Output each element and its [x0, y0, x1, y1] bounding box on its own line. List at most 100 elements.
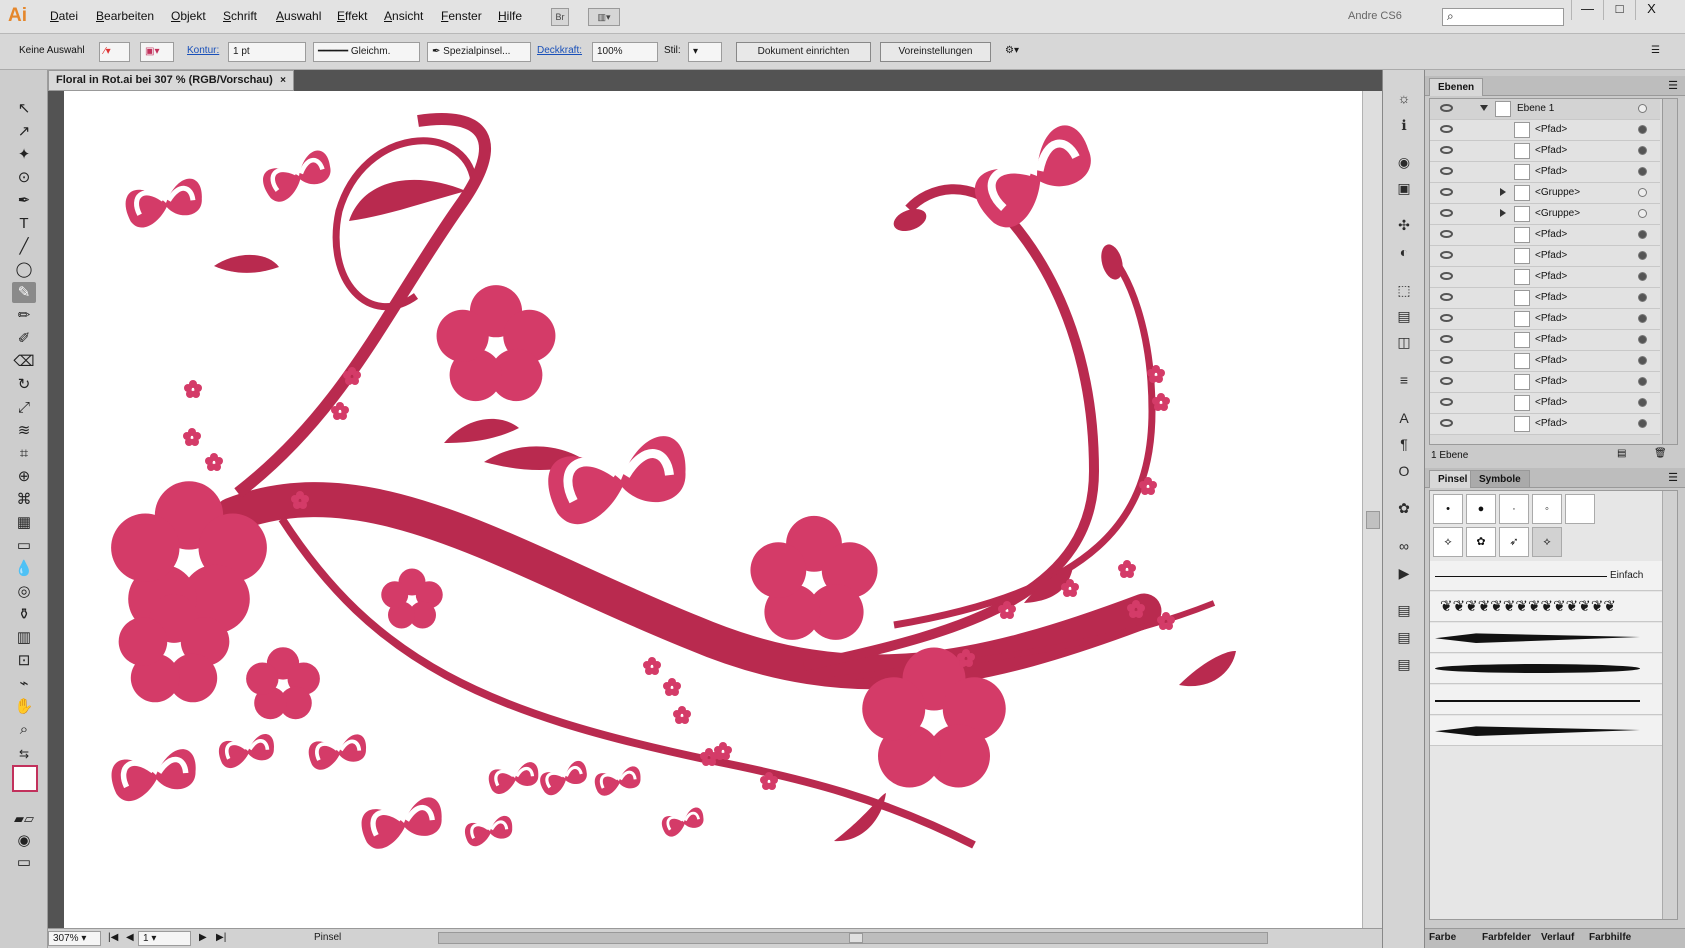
- align-icon[interactable]: ▤: [1394, 306, 1414, 326]
- line-segment-tool-icon[interactable]: ╱: [12, 236, 36, 257]
- menu-hilfe[interactable]: Hilfe: [498, 9, 522, 23]
- width-tool-icon[interactable]: ≋: [12, 420, 36, 441]
- brushes-icon[interactable]: ✣: [1394, 215, 1414, 235]
- fill-swatch[interactable]: ⁄▾: [99, 42, 130, 62]
- arrow-brush-row-2[interactable]: [1430, 716, 1664, 746]
- brush-dot-large[interactable]: ●: [1466, 494, 1496, 524]
- pencil-tool-icon[interactable]: ✏: [12, 305, 36, 326]
- target-icon[interactable]: [1638, 314, 1647, 323]
- rotate-tool-icon[interactable]: ↻: [12, 374, 36, 395]
- target-icon[interactable]: [1638, 188, 1647, 197]
- menu-bearbeiten[interactable]: Bearbeiten: [96, 9, 154, 23]
- document-info-icon[interactable]: ▤: [1394, 600, 1414, 620]
- target-icon[interactable]: [1638, 104, 1647, 113]
- visibility-eye-icon[interactable]: [1440, 293, 1453, 301]
- swap-fill-stroke-icon[interactable]: ⇆: [12, 744, 36, 765]
- stroke-swatch[interactable]: ▣▾: [140, 42, 174, 62]
- maximize-button[interactable]: □: [1603, 0, 1635, 20]
- visibility-eye-icon[interactable]: [1440, 356, 1453, 364]
- column-graph-icon[interactable]: ▥: [12, 627, 36, 648]
- color-guide-icon[interactable]: ☼: [1394, 88, 1414, 108]
- document-info-2-icon[interactable]: ▤: [1394, 627, 1414, 647]
- transparency-icon[interactable]: ◐: [1394, 242, 1414, 262]
- color-tab[interactable]: Farbe: [1429, 932, 1456, 943]
- layer-row[interactable]: <Pfad>: [1430, 267, 1660, 288]
- page-field[interactable]: 1 ▾: [138, 931, 191, 946]
- thin-brush-row[interactable]: [1430, 685, 1664, 715]
- eyedropper-icon[interactable]: 💧: [12, 558, 36, 579]
- expand-arrow-icon[interactable]: [1480, 105, 1488, 111]
- brush-dot-tiny[interactable]: ·: [1499, 494, 1529, 524]
- zoom-field[interactable]: 307% ▾: [48, 931, 101, 946]
- opacity-field[interactable]: 100%: [592, 42, 658, 62]
- first-page-icon[interactable]: |◀: [108, 932, 118, 943]
- direct-selection-tool-icon[interactable]: ↗: [12, 121, 36, 142]
- last-page-icon[interactable]: ▶|: [216, 932, 226, 943]
- layer-row[interactable]: <Pfad>: [1430, 330, 1660, 351]
- variable-width-profile[interactable]: ━━━━━ Gleichm.: [313, 42, 420, 62]
- zoom-tool-icon[interactable]: ⌕: [12, 719, 36, 740]
- blob-brush-icon[interactable]: ✐: [12, 328, 36, 349]
- symbol-sprayer-icon[interactable]: ⚱: [12, 604, 36, 625]
- eraser-tool-icon[interactable]: ⌫: [12, 351, 36, 372]
- gradient-tab[interactable]: Verlauf: [1541, 932, 1574, 943]
- help-search-input[interactable]: ⌕: [1442, 8, 1564, 26]
- stroke-label[interactable]: Kontur:: [187, 45, 219, 56]
- target-icon[interactable]: [1638, 335, 1647, 344]
- visibility-eye-icon[interactable]: [1440, 314, 1453, 322]
- visibility-eye-icon[interactable]: [1440, 209, 1453, 217]
- visibility-eye-icon[interactable]: [1440, 377, 1453, 385]
- arrow-brush-row-1[interactable]: [1430, 623, 1664, 653]
- artboard-canvas[interactable]: [64, 91, 1362, 928]
- visibility-eye-icon[interactable]: [1440, 125, 1453, 133]
- flower-brush[interactable]: ✿: [1466, 527, 1496, 557]
- brush-simple-row[interactable]: Einfach: [1430, 561, 1664, 591]
- scale-tool-icon[interactable]: ⤢: [12, 397, 36, 418]
- next-page-icon[interactable]: ▶: [199, 932, 207, 943]
- panel-menu-icon[interactable]: ☰: [1668, 79, 1678, 92]
- visibility-eye-icon[interactable]: [1440, 272, 1453, 280]
- swatches-tab[interactable]: Farbfelder: [1482, 932, 1531, 943]
- blend-tool-icon[interactable]: ◎: [12, 581, 36, 602]
- color-mode-icon[interactable]: ▰▱: [12, 808, 36, 829]
- selected-butterfly-brush[interactable]: ⟡: [1532, 527, 1562, 557]
- menu-objekt[interactable]: Objekt: [171, 9, 206, 23]
- screen-mode-icon[interactable]: ▭: [12, 852, 36, 873]
- arrange-icon[interactable]: ⚙▾: [1001, 42, 1035, 62]
- graphic-styles-icon[interactable]: ▣: [1394, 178, 1414, 198]
- close-window-button[interactable]: X: [1635, 0, 1667, 20]
- menu-schrift[interactable]: Schrift: [223, 9, 257, 23]
- layer-row[interactable]: <Pfad>: [1430, 309, 1660, 330]
- brush-definition[interactable]: ✒ Spezialpinsel...: [427, 42, 531, 62]
- paintbrush-tool-icon[interactable]: ✎: [12, 282, 36, 303]
- ellipse-tool-icon[interactable]: ◯: [12, 259, 36, 280]
- layer-row[interactable]: <Pfad>: [1430, 225, 1660, 246]
- visibility-eye-icon[interactable]: [1440, 398, 1453, 406]
- menu-ansicht[interactable]: Ansicht: [384, 9, 423, 23]
- butterfly-brush[interactable]: ⟡: [1433, 527, 1463, 557]
- slice-tool-icon[interactable]: ⌁: [12, 673, 36, 694]
- visibility-eye-icon[interactable]: [1440, 146, 1453, 154]
- layer-row[interactable]: <Pfad>: [1430, 288, 1660, 309]
- lasso-tool-icon[interactable]: ⊙: [12, 167, 36, 188]
- free-transform-icon[interactable]: ⌗: [12, 443, 36, 464]
- pen-tool-icon[interactable]: ✒: [12, 190, 36, 211]
- horizontal-scroll-thumb[interactable]: [849, 933, 863, 943]
- pathfinder-icon[interactable]: ◫: [1394, 332, 1414, 352]
- stroke-weight-field[interactable]: 1 pt: [228, 42, 306, 62]
- target-icon[interactable]: [1638, 377, 1647, 386]
- previous-page-icon[interactable]: ◀: [126, 932, 134, 943]
- symbols-icon[interactable]: ✿: [1394, 498, 1414, 518]
- actions-icon[interactable]: ▶: [1394, 563, 1414, 583]
- paragraph-icon[interactable]: ¶: [1394, 434, 1414, 454]
- preferences-button[interactable]: Voreinstellungen: [880, 42, 991, 62]
- scroll-thumb[interactable]: [1366, 511, 1380, 529]
- brushes-scrollbar[interactable]: [1662, 491, 1677, 919]
- target-icon[interactable]: [1638, 272, 1647, 281]
- layer-row[interactable]: <Gruppe>: [1430, 204, 1660, 225]
- shape-builder-icon[interactable]: ⊕: [12, 466, 36, 487]
- visibility-eye-icon[interactable]: [1440, 419, 1453, 427]
- selection-tool-icon[interactable]: ↖: [12, 98, 36, 119]
- target-icon[interactable]: [1638, 419, 1647, 428]
- leaf-brush-row[interactable]: ❦❦❦❦❦❦❦❦❦❦❦❦❦❦: [1430, 592, 1664, 622]
